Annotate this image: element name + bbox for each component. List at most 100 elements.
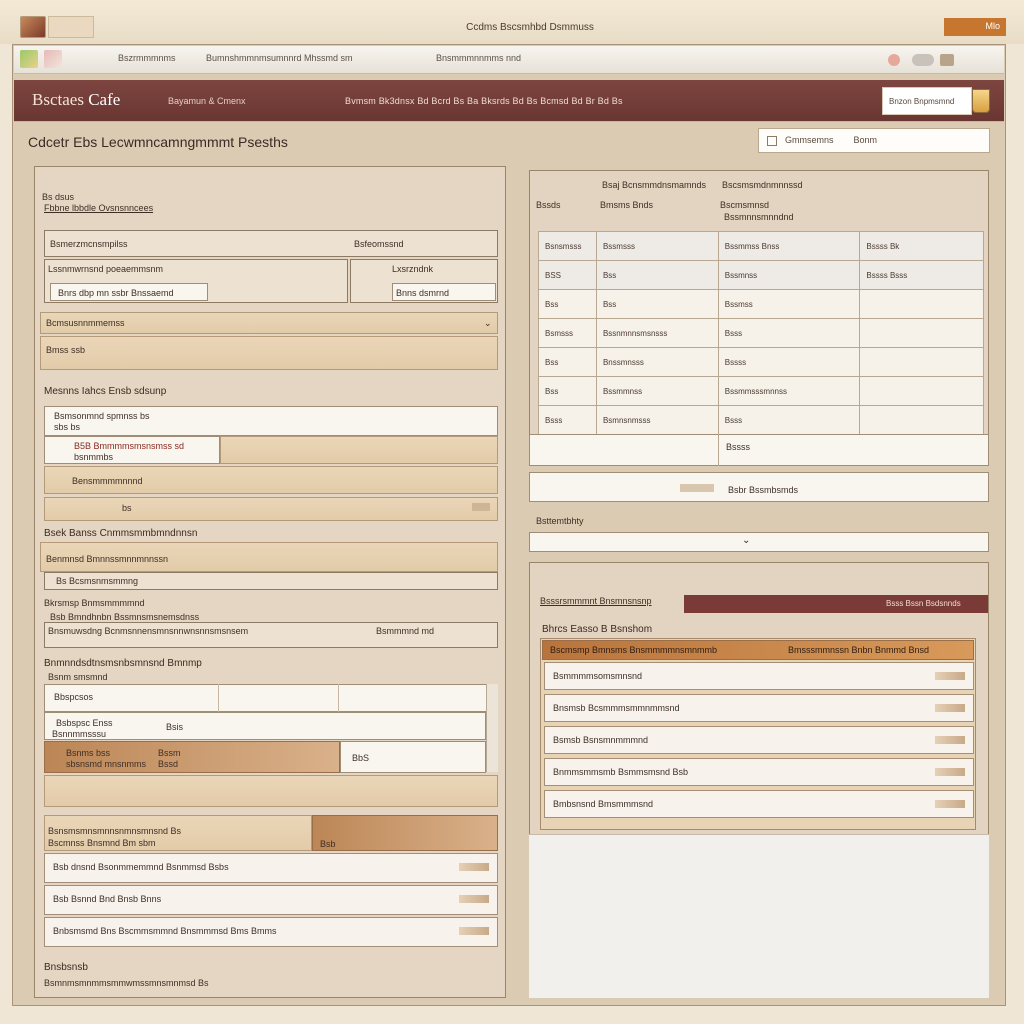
table-cell: Bsss xyxy=(538,405,597,435)
filter-chip[interactable] xyxy=(680,484,714,492)
report-item-label: Bnsmsb Bcsmmmsmmnmmsnd xyxy=(553,703,680,713)
checkbox-icon xyxy=(767,135,777,146)
bookmark-icon[interactable] xyxy=(44,50,62,68)
table-cell: Bssmss xyxy=(717,289,861,319)
orders-head: Bsaj Bcnsmmdnsmamnds xyxy=(602,180,707,190)
report-item[interactable]: Bnmmsmmsmb Bsmmsmsnd Bsb xyxy=(544,758,974,786)
table-cell xyxy=(859,405,984,435)
menu-row-detail: sbs bs xyxy=(54,422,81,432)
scrollbar[interactable] xyxy=(486,684,498,772)
history-row-text: Bsb Bsnnd Bnd Bnsb Bnns xyxy=(53,894,162,904)
table-cell: Bsmsss xyxy=(538,318,597,348)
report-item-badge xyxy=(935,704,965,712)
table-cell: BSS xyxy=(538,260,597,290)
orders-total-value: Bssss xyxy=(726,442,751,452)
history-row[interactable]: Bnbsmsmd Bns Bscmmsmmnd Bnsmmmsd Bms Bmm… xyxy=(44,917,498,947)
reports-header-right: Bmsssmmnssn Bnbn Bnmmd Bnsd xyxy=(788,645,930,655)
table-cell: Bnssmnsss xyxy=(595,347,719,377)
brand-logo[interactable]: Bsctaes Cafe xyxy=(32,90,120,110)
app-icon[interactable] xyxy=(20,16,46,38)
report-item[interactable]: Bsmmmmsomsmnsnd xyxy=(544,662,974,690)
reports-subtitle: Bhrcs Easso B Bsnshom xyxy=(542,624,653,635)
header-search-input[interactable]: Bnzon Bnpmsmnd xyxy=(882,87,972,115)
report-item[interactable]: Bnsmsb Bcsmmmsmmnmmsnd xyxy=(544,694,974,722)
menu-row-fill xyxy=(220,436,498,464)
summary-row-value: Bssm xyxy=(158,748,181,758)
table-cell: Bss xyxy=(538,347,597,377)
table-row[interactable]: Bsmsss Bssnmnnsmsnsss Bsss xyxy=(538,318,984,348)
menu-row[interactable] xyxy=(44,497,498,521)
report-item-label: Bmbsnsnd Bmsmmmsnd xyxy=(553,799,654,809)
column-header[interactable]: Bscmsmnsd xyxy=(720,200,769,210)
chevron-down-icon[interactable]: ⌄ xyxy=(742,535,750,546)
brand-accent: Cafe xyxy=(88,90,121,109)
window-title: Ccdms Bscsmhbd Dsmmuss xyxy=(466,22,594,33)
location-input-value: Bnrs dbp mn ssbr Bnssaemd xyxy=(58,288,174,298)
table-cell xyxy=(859,289,984,319)
menu-row-name: bs xyxy=(122,503,132,513)
column-header[interactable]: Bmsms Bnds xyxy=(600,200,653,210)
notes-line: Bsb Bmndhnbn Bssmnsmsnemsdnss xyxy=(50,612,200,622)
category-select-label: Bcmsusnnmmemss xyxy=(46,318,125,328)
history-row-badge xyxy=(459,927,489,935)
toolbar-address[interactable]: Bumnshmmnmsumnnrd Mhssmd sm xyxy=(206,53,353,63)
history-row[interactable]: Bsb dnsnd Bsonmmemmnd Bsnmmsd Bsbs xyxy=(44,853,498,883)
reports-empty-area xyxy=(529,834,989,998)
report-item[interactable]: Bsmsb Bsnsmnmmmnd xyxy=(544,726,974,754)
orders-total-row xyxy=(529,434,989,466)
column-header[interactable]: Bssds xyxy=(536,200,561,210)
report-item-label: Bsmsb Bsnsmnmmmnd xyxy=(553,735,649,745)
table-row[interactable]: Bsnsmsss Bssmsss Bssmmss Bnss Bssss Bk xyxy=(538,231,984,261)
history-row-badge xyxy=(459,895,489,903)
summary-row[interactable] xyxy=(44,684,498,712)
search-input[interactable]: Gmmsemns Bonm xyxy=(758,128,990,153)
menu-row-selected-detail: bsnmmbs xyxy=(74,452,114,462)
total-row-value: Bsb xyxy=(320,839,336,849)
cloud-icon[interactable] xyxy=(912,54,934,66)
home-icon[interactable] xyxy=(20,50,38,68)
table-row[interactable]: Bss Bss Bssmss xyxy=(538,289,984,319)
report-item[interactable]: Bmbsnsnd Bmsmmmsnd xyxy=(544,790,974,818)
table-cell: Bssnmnnsmsnsss xyxy=(595,318,719,348)
table-row[interactable]: Bsss Bsmnsnmsss Bsss xyxy=(538,405,984,435)
history-row[interactable]: Bsb Bsnnd Bnd Bnsb Bnns xyxy=(44,885,498,915)
table-cell: Bsss xyxy=(717,405,861,435)
order-section-sub: Benmnsd Bmnnssmnnmnnssn xyxy=(46,554,169,564)
report-item-badge xyxy=(935,800,965,808)
table-cell xyxy=(859,318,984,348)
report-item-badge xyxy=(935,768,965,776)
summary-row-label: Bsbspsc Enss xyxy=(56,718,113,728)
search-placeholder: Gmmsemns xyxy=(785,135,834,145)
history-row-text: Bsb dnsnd Bsonmmemmnd Bsnmmsd Bsbs xyxy=(53,862,229,872)
menu-section-title: Mesnns Iahcs Ensb sdsunp xyxy=(44,386,167,397)
total-row-value-cell xyxy=(312,815,498,851)
toolbar-tab-1[interactable]: Bszrmmmnms xyxy=(118,53,176,63)
table-row[interactable]: BSS Bss Bssmnss Bssss Bsss xyxy=(538,260,984,290)
chevron-down-icon[interactable]: ⌄ xyxy=(484,318,492,329)
location-label: Lssnmwrnsnd poeaemmsnm xyxy=(48,264,164,274)
orders-table: Bsnsmsss Bssmsss Bssmmss Bnss Bssss Bk BSS Bs… xyxy=(538,231,984,435)
window-badge[interactable]: Mlo xyxy=(944,18,1006,36)
table-cell: Bssmmss Bnss xyxy=(717,231,861,261)
availability-select[interactable] xyxy=(529,532,989,552)
table-row[interactable]: Bss Bnssmnsss Bssss xyxy=(538,347,984,377)
availability-label: Bsttemtbhty xyxy=(536,516,584,526)
notes-input-meta: Bsmmmnd md xyxy=(376,626,435,636)
column-header-sub: Bssmnnsmnndnd xyxy=(724,212,794,222)
section-hint: Bs dsus xyxy=(42,192,75,202)
report-item-label: Bnmmsmmsmb Bsmmsmsnd Bsb xyxy=(553,767,689,777)
notes-input-value: Bnsmuwsdng Bcnmsnnensmnsnnwnsnnsmsnsem xyxy=(48,626,249,636)
report-item-badge xyxy=(935,736,965,744)
cup-icon[interactable] xyxy=(940,54,954,66)
order-field-label: Bsmerzmcnsmpilss xyxy=(50,239,128,249)
table-row[interactable]: Bss Bssmmnss Bssmmsssmnnss xyxy=(538,376,984,406)
table-cell: Bss xyxy=(538,376,597,406)
table-cell: Bss xyxy=(538,289,597,319)
toolbar-tab-2[interactable]: Bnsmmmnnmms nnd xyxy=(436,53,521,63)
menu-row-name: Bensmmmmnnnd xyxy=(72,476,143,486)
record-icon[interactable] xyxy=(888,54,900,66)
header-nav[interactable]: Bvmsm Bk3dnsx Bd Bcrd Bs Ba Bksrds Bd Bs… xyxy=(345,96,623,106)
search-value: Bonm xyxy=(853,135,878,145)
menu-row-badge xyxy=(472,503,490,511)
table-cell: Bssmsss xyxy=(595,231,719,261)
